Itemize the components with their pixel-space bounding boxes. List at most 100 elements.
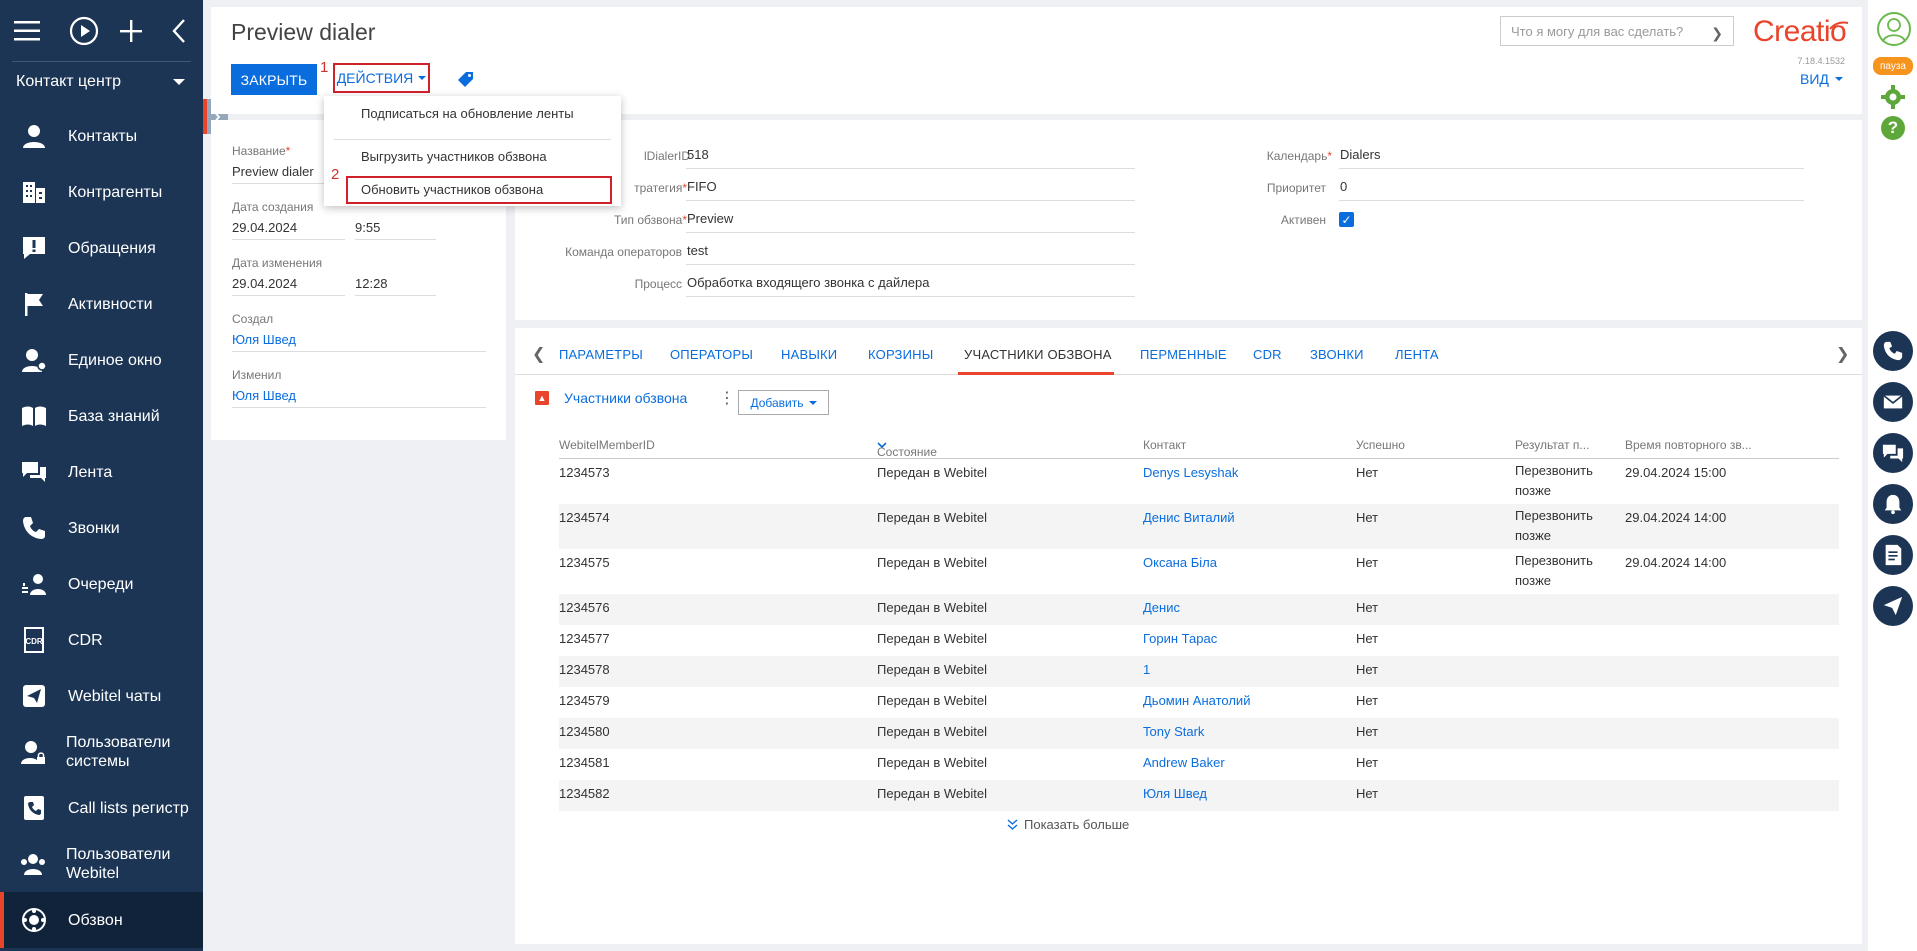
table-row[interactable]: 1234573 Передан в Webitel Denys Lesyshak Не…	[559, 459, 1839, 504]
tab-dialer-members[interactable]: УЧАСТНИКИ ОБЗВОНА	[964, 347, 1112, 362]
table-row[interactable]: 1234579 Передан в Webitel Дьомин Анатолий Н…	[559, 687, 1839, 718]
collapse-sidebar-icon[interactable]	[155, 11, 203, 51]
created-date-label: Дата создания	[232, 200, 314, 214]
table-row[interactable]: 1234581 Передан в Webitel Andrew Baker Нет	[559, 749, 1839, 780]
table-row[interactable]: 1234577 Передан в Webitel Горин Тарас Нет	[559, 625, 1839, 656]
modified-date-field[interactable]: 29.04.2024	[232, 274, 345, 296]
close-button[interactable]: ЗАКРЫТЬ	[231, 64, 317, 95]
phone-panel-button[interactable]	[1873, 331, 1913, 371]
notifications-panel-button[interactable]	[1873, 484, 1913, 524]
menu-item-subscribe-feed[interactable]: Подписаться на обновление ленты	[361, 106, 574, 121]
column-header-success[interactable]: Успешно	[1356, 438, 1405, 452]
sidebar-item-call-lists[interactable]: Call lists регистр	[0, 780, 203, 836]
table-row[interactable]: 1234576 Передан в Webitel Денис Нет	[559, 594, 1839, 625]
strategy-field[interactable]: FIFO	[686, 179, 1135, 201]
dialer-id-field[interactable]: 518	[686, 147, 1135, 169]
dialer-type-field[interactable]: Preview	[686, 211, 1135, 233]
column-header-retry-time[interactable]: Время повторного зв...	[1625, 438, 1752, 452]
cell-retry-time: 29.04.2024 14:00	[1625, 510, 1727, 525]
operator-team-field[interactable]: test	[686, 243, 1135, 265]
table-row[interactable]: 1234582 Передан в Webitel Юля Швед Нет	[559, 780, 1839, 811]
menu-item-export-members[interactable]: Выгрузить участников обзвона	[361, 149, 547, 164]
active-checkbox[interactable]: ✓	[1339, 212, 1354, 227]
plus-icon[interactable]	[108, 11, 156, 51]
menu-icon[interactable]	[14, 11, 60, 51]
tab-operators[interactable]: ОПЕРАТОРЫ	[670, 347, 753, 362]
add-button[interactable]: Добавить	[738, 390, 829, 415]
sidebar-item-feed[interactable]: Лента	[0, 444, 203, 500]
sidebar-item-webitel-chats[interactable]: Webitel чаты	[0, 668, 203, 724]
table-row[interactable]: 1234578 Передан в Webitel 1 Нет	[559, 656, 1839, 687]
calendar-field[interactable]: Dialers	[1339, 147, 1804, 169]
view-button[interactable]: ВИД	[1800, 71, 1843, 87]
sidebar-item-dialer[interactable]: Обзвон	[0, 892, 203, 948]
cell-contact[interactable]: 1	[1143, 662, 1150, 677]
tab-baskets[interactable]: КОРЗИНЫ	[868, 347, 933, 362]
cell-contact[interactable]: Tony Stark	[1143, 724, 1204, 739]
user-avatar[interactable]	[1877, 12, 1911, 46]
gear-icon[interactable]	[1881, 85, 1905, 109]
tab-calls[interactable]: ЗВОНКИ	[1310, 347, 1364, 362]
cell-contact[interactable]: Горин Тарас	[1143, 631, 1217, 646]
tab-skills[interactable]: НАВЫКИ	[781, 347, 837, 362]
cell-contact[interactable]: Оксана Біла	[1143, 555, 1217, 570]
workplace-selector[interactable]: Контакт центр	[0, 62, 203, 102]
priority-field[interactable]: 0	[1339, 179, 1804, 201]
cell-contact[interactable]: Юля Швед	[1143, 786, 1207, 801]
tabs-scroll-left-icon[interactable]: ❮	[532, 344, 545, 364]
sidebar-item-webitel-users[interactable]: Пользователи Webitel	[0, 836, 203, 892]
actions-button[interactable]: ДЕЙСТВИЯ	[333, 63, 430, 93]
help-icon[interactable]: ?	[1881, 116, 1905, 140]
column-header-contact[interactable]: Контакт	[1143, 438, 1186, 452]
sidebar-item-calls[interactable]: Звонки	[0, 500, 203, 556]
sidebar-item-activities[interactable]: Активности	[0, 276, 203, 332]
sidebar-item-contacts[interactable]: Контакты	[0, 108, 203, 164]
more-options-icon[interactable]: ⋮	[719, 391, 735, 407]
column-header-member-id[interactable]: WebitelMemberID	[559, 438, 655, 452]
chat-panel-button[interactable]	[1873, 433, 1913, 473]
sidebar-item-queues[interactable]: Очереди	[0, 556, 203, 612]
created-time-field[interactable]: 9:55	[355, 218, 436, 240]
send-panel-button[interactable]	[1873, 586, 1913, 626]
cell-contact[interactable]: Denys Lesyshak	[1143, 465, 1238, 480]
column-header-result[interactable]: Результат п...	[1515, 438, 1589, 452]
play-icon[interactable]	[60, 11, 108, 51]
process-field[interactable]: Обработка входящего звонка с дайлера	[686, 275, 1135, 297]
command-search-input[interactable]: Что я могу для вас сделать? ❯	[1500, 16, 1734, 46]
tab-cdr[interactable]: CDR	[1253, 347, 1282, 362]
status-badge[interactable]: пауза	[1873, 57, 1913, 75]
sidebar-item-label: Контакты	[68, 127, 138, 145]
building-icon	[20, 178, 48, 206]
document-panel-button[interactable]	[1873, 535, 1913, 575]
sidebar-item-system-users[interactable]: Пользователи системы	[0, 724, 203, 780]
user-icon	[1882, 18, 1906, 43]
tab-feed[interactable]: ЛЕНТА	[1395, 347, 1439, 362]
tabs-scroll-right-icon[interactable]: ❯	[1836, 344, 1849, 364]
cell-contact[interactable]: Денис	[1143, 600, 1180, 615]
table-row[interactable]: 1234580 Передан в Webitel Tony Stark Нет	[559, 718, 1839, 749]
sidebar-item-single-window[interactable]: Единое окно	[0, 332, 203, 388]
email-panel-button[interactable]	[1873, 382, 1913, 422]
created-by-link[interactable]: Юля Швед	[232, 330, 486, 352]
tab-variables[interactable]: ПЕРМЕННЫЕ	[1140, 347, 1227, 362]
svg-text:CDR: CDR	[25, 637, 43, 646]
collapse-icon[interactable]: ▲	[535, 391, 549, 405]
menu-item-update-members[interactable]: Обновить участников обзвона	[361, 182, 543, 197]
cell-contact[interactable]: Денис Виталий	[1143, 510, 1235, 525]
created-date-field[interactable]: 29.04.2024	[232, 218, 345, 240]
tab-parameters[interactable]: ПАРАМЕТРЫ	[559, 347, 643, 362]
cell-contact[interactable]: Дьомин Анатолий	[1143, 693, 1250, 708]
sidebar-item-accounts[interactable]: Контрагенты	[0, 164, 203, 220]
modified-time-field[interactable]: 12:28	[355, 274, 436, 296]
sidebar-item-cdr[interactable]: CDR CDR	[0, 612, 203, 668]
table-row[interactable]: 1234575 Передан в Webitel Оксана Біла Нет Пе…	[559, 549, 1839, 594]
sidebar-item-knowledge-base[interactable]: База знаний	[0, 388, 203, 444]
tag-icon[interactable]	[457, 70, 475, 88]
detail-title[interactable]: Участники обзвона	[564, 390, 687, 406]
cell-contact[interactable]: Andrew Baker	[1143, 755, 1225, 770]
sidebar-item-cases[interactable]: Обращения	[0, 220, 203, 276]
show-more-button[interactable]: Показать больше	[1007, 817, 1129, 832]
modified-by-link[interactable]: Юля Швед	[232, 386, 486, 408]
column-header-state[interactable]: Состояние	[877, 438, 937, 459]
table-row[interactable]: 1234574 Передан в Webitel Денис Виталий Нет…	[559, 504, 1839, 549]
